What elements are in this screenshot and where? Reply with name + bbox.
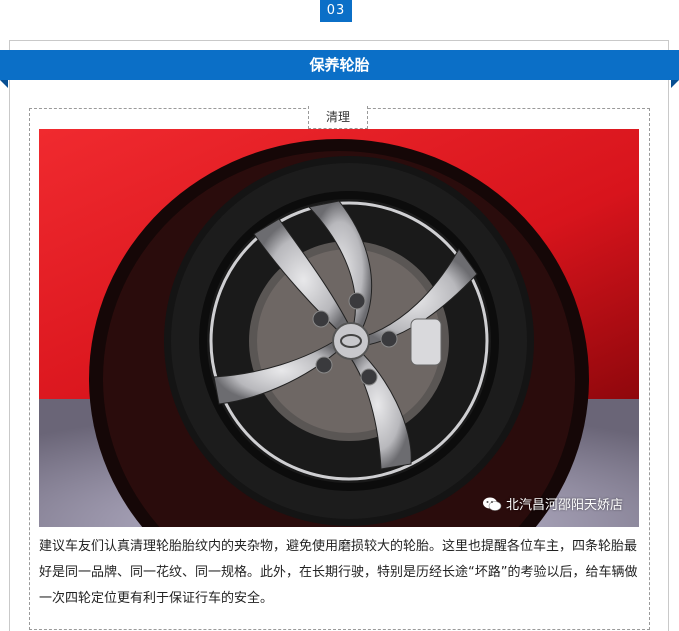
section-number-badge: 03 — [320, 0, 352, 22]
subsection-label: 清理 — [308, 106, 368, 129]
photo-watermark: 北汽昌河邵阳天娇店 — [482, 494, 623, 513]
watermark-text: 北汽昌河邵阳天娇店 — [505, 498, 623, 513]
tire-photo: 北汽昌河邵阳天娇店 — [39, 129, 639, 527]
title-fold-right — [671, 80, 679, 88]
section-title: 保养轮胎 — [0, 50, 679, 80]
wechat-icon — [482, 497, 502, 511]
title-fold-left — [0, 80, 8, 88]
body-paragraph: 建议车友们认真清理轮胎胎纹内的夹杂物，避免使用磨损较大的轮胎。这里也提醒各位车主… — [39, 539, 638, 606]
tire-illustration — [39, 129, 639, 527]
